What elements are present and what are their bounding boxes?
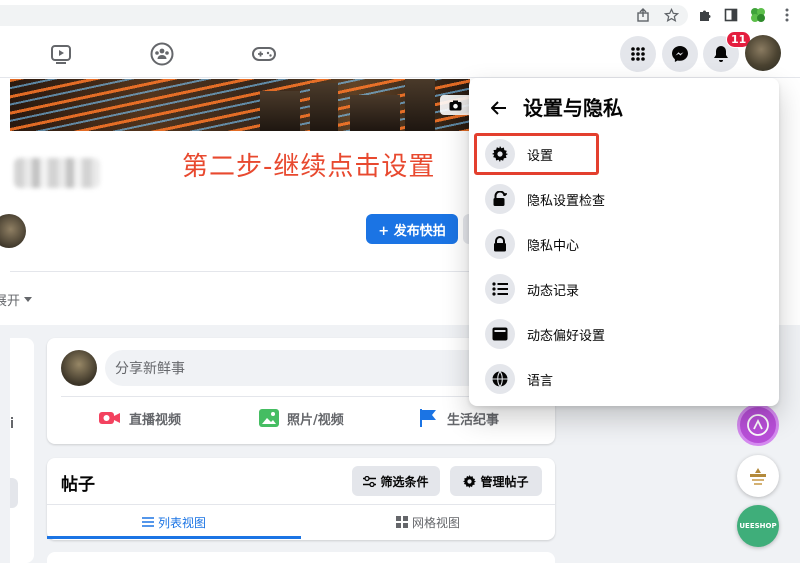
sliders-icon — [363, 475, 377, 487]
profile-divider — [10, 271, 470, 272]
filter-button[interactable]: 筛选条件 — [352, 466, 440, 496]
lock-heart-icon — [485, 184, 515, 214]
clover-extension-icon[interactable] — [749, 6, 767, 24]
feed-preferences-icon — [485, 319, 515, 349]
menu-item-label: 语言 — [527, 373, 554, 389]
lock-icon — [485, 229, 515, 259]
more-tab[interactable]: 展开 — [0, 290, 33, 309]
facebook-top-nav: 11 — [0, 30, 800, 78]
kebab-menu-icon[interactable] — [778, 6, 796, 24]
intro-card — [10, 338, 34, 563]
intro-button[interactable] — [10, 478, 18, 508]
groups-icon[interactable] — [149, 41, 175, 67]
profile-avatar[interactable] — [0, 214, 26, 248]
menu-item-label: 动态偏好设置 — [527, 328, 606, 344]
globe-icon — [485, 364, 515, 394]
messenger-button[interactable] — [662, 36, 698, 72]
active-tab-indicator — [47, 536, 301, 539]
list-icon — [485, 274, 515, 304]
menu-item-label: 设置 — [527, 148, 554, 164]
brand-logo-icon — [750, 468, 766, 485]
intro-info-icon — [10, 417, 14, 431]
menu-item-activity-log[interactable]: 动态记录 — [477, 267, 771, 311]
list-view-label: 列表视图 — [157, 515, 206, 530]
menu-item-privacy-checkup[interactable]: 隐私设置检查 — [477, 177, 771, 221]
menu-item-label: 隐私中心 — [527, 238, 580, 254]
posts-title: 帖子 — [61, 475, 95, 495]
grid-view-icon — [395, 516, 408, 528]
grid-view-label: 网格视图 — [411, 515, 460, 530]
flag-icon — [420, 409, 436, 427]
manage-posts-label: 管理帖子 — [480, 474, 529, 489]
share-icon[interactable] — [634, 6, 652, 24]
more-tab-label: 展开 — [0, 294, 21, 309]
manage-posts-button[interactable]: 管理帖子 — [450, 466, 542, 496]
list-view-icon — [141, 517, 154, 527]
messenger-icon — [672, 46, 688, 62]
live-video-button[interactable]: 直播视频 — [99, 404, 181, 432]
posts-divider — [47, 504, 555, 505]
extension-puzzle-icon[interactable] — [696, 6, 714, 24]
profile-name-blurred — [14, 158, 100, 188]
menu-title: 设置与隐私 — [523, 96, 623, 120]
menu-item-settings[interactable]: 设置 — [477, 132, 771, 176]
menu-item-label: 隐私设置检查 — [527, 193, 606, 209]
browser-toolbar — [0, 0, 800, 30]
life-event-button[interactable]: 生活纪事 — [419, 404, 499, 432]
menu-grid-button[interactable] — [620, 36, 656, 72]
ueeshop-button[interactable]: UEESHOP — [737, 505, 779, 547]
star-icon[interactable] — [662, 6, 680, 24]
account-avatar[interactable] — [745, 35, 781, 71]
gaming-icon[interactable] — [251, 41, 277, 67]
back-arrow-icon[interactable] — [485, 94, 513, 122]
publish-story-button[interactable]: + 发布快拍 — [366, 214, 458, 244]
side-panel-icon[interactable] — [722, 6, 740, 24]
floating-chat-button[interactable] — [737, 404, 779, 446]
filter-button-label: 筛选条件 — [380, 474, 429, 489]
live-video-label: 直播视频 — [129, 412, 182, 428]
tab-grid-view[interactable]: 网格视图 — [301, 510, 555, 534]
camera-icon — [449, 100, 461, 110]
composer-avatar — [61, 350, 97, 386]
watch-icon[interactable] — [48, 41, 74, 67]
next-card — [47, 552, 555, 563]
menu-item-feed-preferences[interactable]: 动态偏好设置 — [477, 312, 771, 356]
tutorial-step-annotation: 第二步-继续点击设置 — [182, 152, 436, 182]
life-event-label: 生活纪事 — [447, 412, 500, 428]
photo-icon — [259, 409, 279, 427]
gear-icon — [485, 139, 515, 169]
posts-card: 帖子 筛选条件 管理帖子 列表视图 网格视图 — [47, 458, 555, 540]
photo-video-label: 照片/视频 — [287, 412, 344, 428]
bell-icon — [714, 46, 728, 62]
brand-logo-button[interactable] — [737, 455, 779, 497]
cover-photo — [10, 79, 470, 131]
ueeshop-label: UEESHOP — [739, 522, 777, 530]
gear-icon — [463, 474, 477, 488]
address-bar[interactable] — [0, 5, 688, 26]
photo-video-button[interactable]: 照片/视频 — [259, 404, 344, 432]
menu-item-label: 动态记录 — [527, 283, 580, 299]
menu-item-language[interactable]: 语言 — [477, 357, 771, 401]
edit-cover-button[interactable] — [440, 95, 470, 115]
live-video-icon — [99, 412, 120, 424]
grid-icon — [631, 47, 645, 61]
chat-logo-icon — [747, 414, 769, 436]
menu-item-privacy-center[interactable]: 隐私中心 — [477, 222, 771, 266]
caret-down-icon — [24, 296, 33, 302]
tab-list-view[interactable]: 列表视图 — [47, 510, 301, 534]
settings-privacy-menu: 设置与隐私 设置 隐私设置检查 隐私中心 动态记录 动态偏好设置 语言 — [469, 78, 779, 406]
